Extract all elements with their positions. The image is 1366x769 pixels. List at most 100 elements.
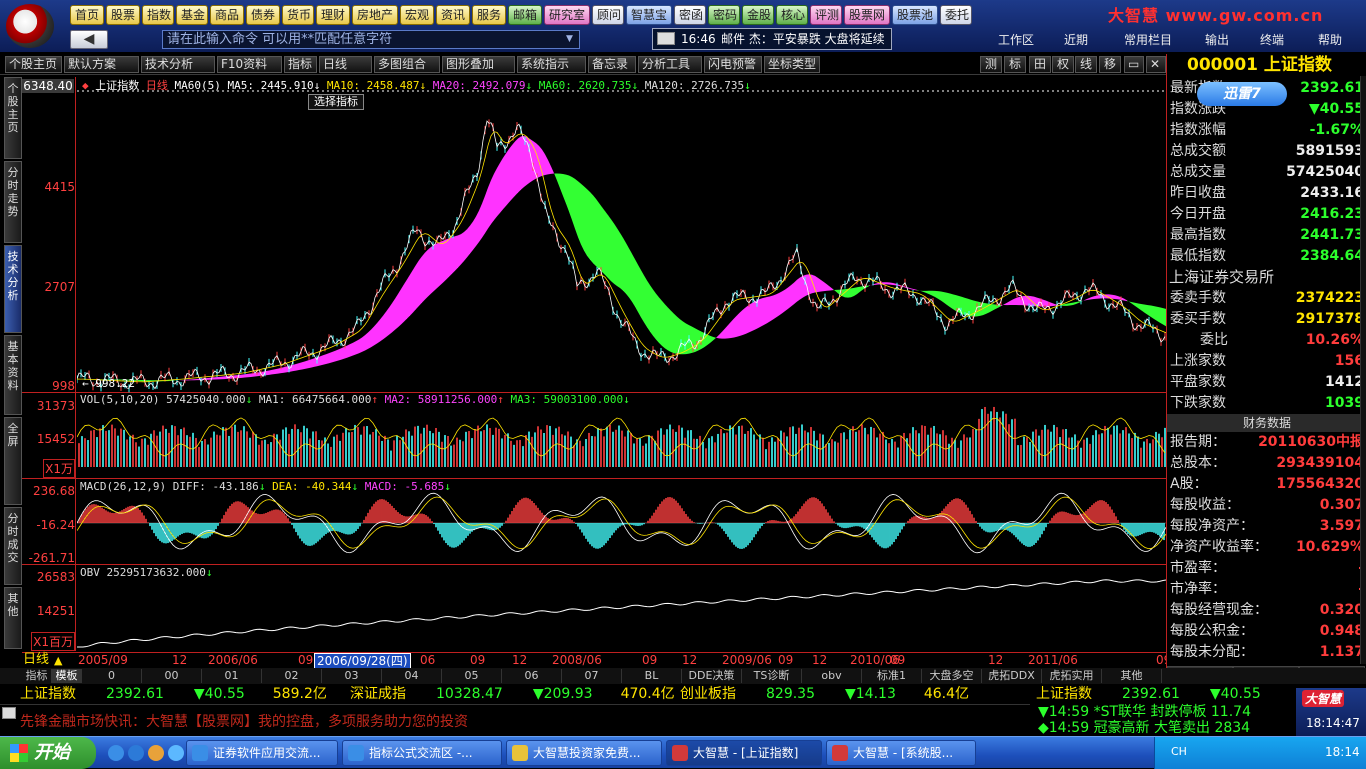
menu-4[interactable]: 终端 [1260, 32, 1284, 48]
toolbar-icon-0[interactable]: 测 [980, 56, 1002, 73]
ie-icon[interactable] [108, 745, 124, 761]
task-button-4[interactable]: 大智慧 - [系统股... [826, 740, 976, 766]
xunlei-badge[interactable]: 迅雷7 [1197, 82, 1287, 106]
nav-button-15[interactable]: 智慧宝 [626, 5, 672, 25]
tray-clock[interactable]: 18:14 [1325, 745, 1360, 759]
toolbar-0[interactable]: 个股主页 [5, 56, 62, 73]
nav-button-0[interactable]: 首页 [70, 5, 104, 25]
close-window-icon[interactable]: ✕ [1146, 56, 1166, 73]
task-button-0[interactable]: 证券软件应用交流... [186, 740, 338, 766]
media-icon[interactable] [168, 745, 184, 761]
bottom-tab-13[interactable]: TS诊断 [742, 669, 802, 683]
bottom-tab-8[interactable]: 05 [442, 669, 502, 683]
left-tab-1[interactable]: 分时走势 [4, 161, 22, 243]
toolbar-icon-3[interactable]: 权 [1052, 56, 1074, 73]
toolbar-10[interactable]: 分析工具 [638, 56, 702, 73]
nav-button-8[interactable]: 房地产 [352, 5, 398, 25]
menu-0[interactable]: 工作区 [998, 32, 1034, 48]
toolbar-3[interactable]: F10资料 [217, 56, 282, 73]
nav-button-18[interactable]: 金股 [742, 5, 774, 25]
bottom-tab-17[interactable]: 虎拓DDX [982, 669, 1042, 683]
messenger-icon[interactable] [128, 745, 144, 761]
ticker-item[interactable]: 上证指数2392.61▼40.55 [1036, 685, 1261, 704]
toolbar-6[interactable]: 多图组合 [374, 56, 440, 73]
nav-button-19[interactable]: 核心 [776, 5, 808, 25]
nav-button-11[interactable]: 服务 [472, 5, 506, 25]
nav-button-1[interactable]: 股票 [106, 5, 140, 25]
bottom-tab-4[interactable]: 01 [202, 669, 262, 683]
left-tab-2[interactable]: 技术分析 [4, 245, 22, 333]
nav-button-22[interactable]: 股票池 [892, 5, 938, 25]
period-selector[interactable]: 日线 [23, 653, 49, 667]
nav-button-2[interactable]: 指数 [142, 5, 174, 25]
nav-button-4[interactable]: 商品 [210, 5, 244, 25]
command-dropdown-icon[interactable]: ▼ [566, 31, 579, 48]
start-button[interactable]: 开始 [0, 737, 96, 769]
menu-1[interactable]: 近期 [1064, 32, 1088, 48]
toolbar-11[interactable]: 闪电预警 [704, 56, 762, 73]
bottom-tab-9[interactable]: 06 [502, 669, 562, 683]
restore-window-icon[interactable]: ▭ [1124, 56, 1144, 73]
nav-button-5[interactable]: 债券 [246, 5, 280, 25]
bottom-tab-15[interactable]: 标准1 [862, 669, 922, 683]
nav-button-10[interactable]: 资讯 [436, 5, 470, 25]
toolbar-icon-5[interactable]: 移 [1099, 56, 1121, 73]
bottom-tab-3[interactable]: 00 [142, 669, 202, 683]
task-button-1[interactable]: 指标公式交流区 -... [342, 740, 502, 766]
bottom-tab-12[interactable]: DDE决策 [682, 669, 742, 683]
nav-button-20[interactable]: 评测 [810, 5, 842, 25]
scrolling-news[interactable]: 先锋金融市场快讯：大智慧【股票网】我的控盘，多项服务助力您的投资 [0, 704, 1030, 736]
toolbar-12[interactable]: 坐标类型 [764, 56, 820, 73]
ticker-item[interactable]: 深证成指10328.47▼209.93470.4亿 [350, 685, 675, 704]
bottom-tab-2[interactable]: 0 [82, 669, 142, 683]
menu-2[interactable]: 常用栏目 [1124, 32, 1172, 48]
vol-unit[interactable]: X1万 [43, 459, 75, 478]
toolbar-icon-4[interactable]: 线 [1075, 56, 1097, 73]
bottom-tab-11[interactable]: BL [622, 669, 682, 683]
kline-chart[interactable] [77, 77, 1166, 651]
ticker-item[interactable]: 上证指数2392.61▼40.55589.2亿 [20, 685, 327, 704]
bottom-tab-1[interactable]: 模板 [52, 669, 82, 683]
bottom-tab-16[interactable]: 大盘多空 [922, 669, 982, 683]
left-tab-5[interactable]: 分时成交 [4, 507, 22, 585]
toolbar-5[interactable]: 日线 [319, 56, 372, 73]
left-tab-0[interactable]: 个股主页 [4, 77, 22, 159]
menu-5[interactable]: 帮助 [1318, 32, 1342, 48]
period-triangle-icon[interactable]: ▲ [54, 654, 62, 667]
toolbar-1[interactable]: 默认方案 [64, 56, 139, 73]
nav-button-7[interactable]: 理财 [316, 5, 350, 25]
toolbar-2[interactable]: 技术分析 [141, 56, 215, 73]
explorer-icon[interactable] [148, 745, 164, 761]
left-tab-4[interactable]: 全屏 [4, 417, 22, 505]
toolbar-7[interactable]: 图形叠加 [442, 56, 515, 73]
nav-button-16[interactable]: 密函 [674, 5, 706, 25]
bottom-tab-19[interactable]: 其他 [1102, 669, 1162, 683]
nav-button-21[interactable]: 股票网 [844, 5, 890, 25]
news-ticker[interactable]: 16:46 邮件 杰：平安暴跌 大盘将延续 [652, 28, 892, 50]
toolbar-icon-2[interactable]: 田 [1029, 56, 1051, 73]
right-scrollbar[interactable] [1360, 76, 1366, 664]
nav-button-3[interactable]: 基金 [176, 5, 208, 25]
menu-3[interactable]: 输出 [1205, 32, 1229, 48]
toolbar-icon-1[interactable]: 标 [1004, 56, 1026, 73]
bottom-tab-6[interactable]: 03 [322, 669, 382, 683]
toolbar-8[interactable]: 系统指示 [517, 56, 586, 73]
task-button-2[interactable]: 大智慧投资家免费... [506, 740, 662, 766]
nav-button-6[interactable]: 货币 [282, 5, 314, 25]
nav-button-17[interactable]: 密码 [708, 5, 740, 25]
task-button-3[interactable]: 大智慧 - [上证指数] [666, 740, 822, 766]
left-tab-6[interactable]: 其他 [4, 587, 22, 649]
bottom-tab-0[interactable]: 指标 [22, 669, 52, 683]
nav-button-14[interactable]: 顾问 [592, 5, 624, 25]
nav-button-13[interactable]: 研究室 [544, 5, 590, 25]
bottom-tab-5[interactable]: 02 [262, 669, 322, 683]
toolbar-9[interactable]: 备忘录 [588, 56, 636, 73]
lang-indicator[interactable]: CH [1171, 745, 1187, 758]
bottom-tab-14[interactable]: obv [802, 669, 862, 683]
back-button[interactable]: ◀ [70, 30, 108, 49]
nav-button-9[interactable]: 宏观 [400, 5, 434, 25]
command-input[interactable]: 请在此输入命令 可以用**匹配任意字符 [162, 30, 580, 49]
alert-feed[interactable]: ▼14:59 *ST联华 封跌停板 11.74 ◆14:59 冠豪高新 大笔卖出… [1034, 704, 1294, 736]
nav-button-12[interactable]: 邮箱 [508, 5, 542, 25]
bottom-tab-10[interactable]: 07 [562, 669, 622, 683]
